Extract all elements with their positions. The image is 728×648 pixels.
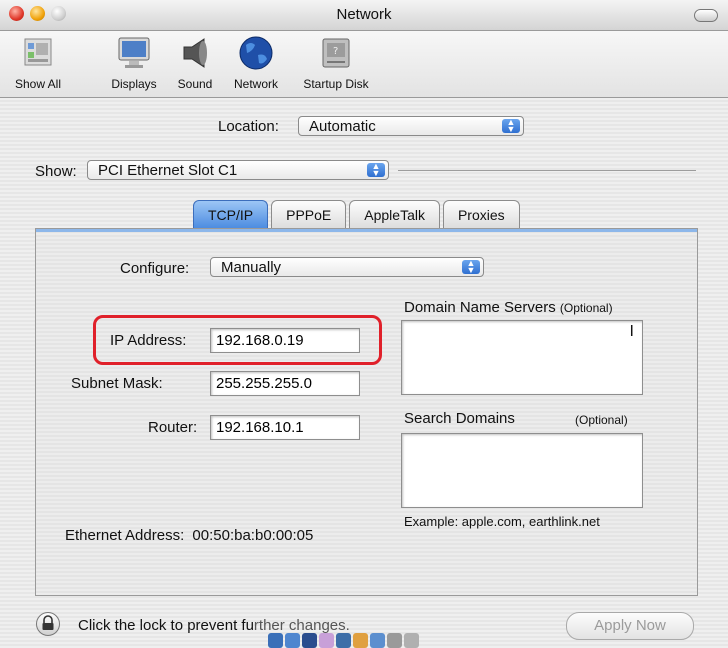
network-globe-icon	[237, 35, 275, 71]
configure-popup[interactable]: Manually ▲ ▼	[210, 257, 484, 277]
dns-label: Domain Name Servers (Optional)	[404, 299, 613, 316]
ethernet-address-label: Ethernet Address: 00:50:ba:b0:00:05	[65, 527, 313, 544]
dock-trash-icon[interactable]	[404, 633, 419, 648]
dock-finder-icon[interactable]	[268, 633, 283, 648]
configure-value: Manually	[221, 259, 282, 276]
toolbar-label-network: Network	[233, 77, 278, 91]
show-all-icon	[19, 35, 57, 71]
toolbar-label-displays: Displays	[111, 77, 157, 91]
location-value: Automatic	[309, 118, 376, 135]
dock-mail-icon[interactable]	[285, 633, 300, 648]
location-label: Location:	[218, 118, 279, 135]
text-cursor-icon: I	[629, 323, 634, 340]
toolbar-toggle-button[interactable]	[694, 9, 718, 22]
dns-optional: (Optional)	[559, 301, 613, 315]
search-domains-field[interactable]	[401, 433, 643, 508]
toolbar-startup-disk[interactable]: ? Startup Disk	[294, 35, 378, 91]
dock-ie-icon[interactable]	[302, 633, 317, 648]
network-preferences-window: Network Show All Displays Sound Network …	[0, 0, 728, 648]
show-popup[interactable]: PCI Ethernet Slot C1 ▲ ▼	[87, 160, 389, 180]
show-label: Show:	[35, 163, 77, 180]
toolbar-sound[interactable]: Sound	[170, 35, 220, 91]
search-domains-title: Search Domains	[404, 410, 515, 427]
toolbar-label-startup-disk: Startup Disk	[303, 77, 369, 91]
lock-message-text: Click the lock to prevent fu	[78, 617, 254, 634]
example-text: Example: apple.com, earthlink.net	[404, 514, 600, 529]
configure-label: Configure:	[120, 260, 190, 277]
subnet-mask-label: Subnet Mask:	[71, 375, 163, 392]
tab-tcpip[interactable]: TCP/IP	[193, 200, 269, 229]
toolbar-label-show-all: Show All	[14, 77, 62, 91]
displays-icon	[115, 35, 153, 71]
window-title: Network	[336, 6, 392, 23]
lock-icon	[42, 615, 54, 630]
ethernet-address-value: 00:50:ba:b0:00:05	[192, 527, 314, 544]
dock-itunes-icon[interactable]	[319, 633, 334, 648]
router-field[interactable]	[210, 415, 360, 440]
sound-icon	[176, 35, 214, 71]
dock-quicktime-icon[interactable]	[370, 633, 385, 648]
dns-servers-field[interactable]: I	[401, 320, 643, 395]
location-popup[interactable]: Automatic ▲ ▼	[298, 116, 524, 136]
tab-appletalk[interactable]: AppleTalk	[349, 200, 440, 229]
apply-now-button[interactable]: Apply Now	[566, 612, 694, 640]
ethernet-address-title: Ethernet Address:	[65, 527, 185, 544]
dock-preferences-icon[interactable]	[387, 633, 402, 648]
popup-arrows-icon: ▲ ▼	[502, 118, 520, 134]
dns-title: Domain Name Servers	[404, 299, 556, 316]
tab-pppoe[interactable]: PPPoE	[271, 200, 347, 229]
show-value: PCI Ethernet Slot C1	[98, 162, 238, 179]
toolbar-displays[interactable]: Displays	[106, 35, 162, 91]
tab-proxies[interactable]: Proxies	[442, 200, 520, 229]
preferences-toolbar: Show All Displays Sound Network ? Startu…	[0, 31, 728, 98]
search-domains-optional: (Optional)	[575, 413, 628, 427]
popup-arrows-icon: ▲ ▼	[462, 259, 480, 275]
dock-sherlock-icon[interactable]	[353, 633, 368, 648]
ip-address-highlight	[93, 315, 382, 365]
startup-disk-icon: ?	[317, 35, 355, 71]
divider	[398, 170, 696, 171]
dock	[268, 612, 498, 648]
popup-arrows-icon: ▲ ▼	[367, 162, 385, 178]
svg-text:?: ?	[333, 46, 338, 57]
dock-iphoto-icon[interactable]	[336, 633, 351, 648]
toolbar-show-all[interactable]: Show All	[10, 35, 66, 91]
tab-bar: TCP/IP PPPoE AppleTalk Proxies	[193, 200, 520, 229]
lock-button[interactable]	[36, 612, 60, 636]
title-bar: Network	[0, 0, 728, 31]
subnet-mask-field[interactable]	[210, 371, 360, 396]
toolbar-network[interactable]: Network	[226, 35, 286, 91]
router-label: Router:	[148, 419, 198, 436]
toolbar-label-sound: Sound	[177, 77, 213, 91]
